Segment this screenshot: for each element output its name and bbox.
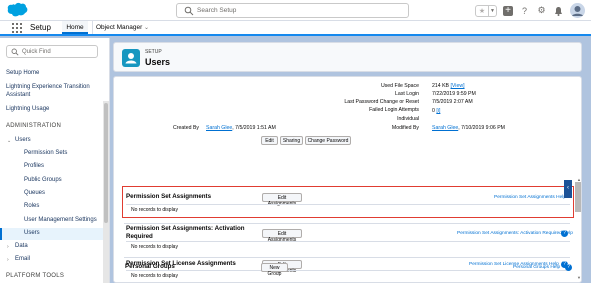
section-divider: [124, 223, 570, 224]
edit-assignments-activation-button[interactable]: Edit Assignments: [262, 229, 302, 243]
last-password-value: 7/5/2019 2:07 AM: [432, 99, 473, 105]
modified-by-date: , 7/10/2019 9:06 PM: [458, 125, 505, 131]
detail-scrollbar[interactable]: [575, 177, 581, 272]
permission-set-assignments-help-link[interactable]: Permission Set Assignments Help: [494, 195, 566, 200]
page-title: Users: [145, 57, 171, 67]
search-icon: [11, 48, 19, 56]
main-content: SETUP Users Used File Space 214 KB [View…: [113, 42, 585, 283]
sharing-button[interactable]: Sharing: [280, 136, 303, 145]
help-question-icon[interactable]: ?: [519, 5, 530, 16]
scrollbar-thumb[interactable]: [104, 103, 108, 223]
sidebar-item-email[interactable]: Email: [15, 256, 30, 262]
sidebar-item-permission-sets[interactable]: Permission Sets: [24, 150, 67, 156]
context-bar: Setup Home Object Manager ⌄: [0, 21, 591, 36]
individual-label: Individual: [397, 116, 419, 122]
sidebar-item-users-group[interactable]: Users: [15, 137, 31, 143]
edit-assignments-button[interactable]: Edit Assignments: [262, 193, 302, 207]
bell-icon[interactable]: [553, 5, 564, 16]
new-group-button[interactable]: New Group: [261, 263, 288, 277]
sidebar-item-queues[interactable]: Queues: [24, 190, 45, 196]
sidebar-active-indicator: [0, 228, 103, 240]
sidebar-item-users[interactable]: Users: [24, 230, 40, 236]
psl-assignments-body: No records to display: [126, 270, 570, 280]
global-actions-plus-icon[interactable]: +: [503, 5, 513, 16]
failed-login-value: 0 [i]: [432, 108, 440, 114]
personal-groups-help-link[interactable]: Personal Groups Help: [513, 265, 560, 270]
chevron-down-icon[interactable]: ▼: [488, 5, 496, 16]
tab-object-manager[interactable]: Object Manager ⌄: [92, 21, 152, 34]
used-file-space-label: Used File Space: [380, 83, 419, 89]
favorites-button[interactable]: ★ ▼: [475, 4, 497, 17]
chevron-down-icon[interactable]: ⌄: [7, 138, 11, 144]
user-avatar[interactable]: [570, 3, 585, 18]
scrollbar-thumb[interactable]: [575, 182, 581, 212]
change-password-button[interactable]: Change Password: [305, 136, 351, 145]
psa-activation-body: No records to display: [126, 241, 570, 251]
sidebar-item-profiles[interactable]: Profiles: [24, 163, 44, 169]
psa-activation-title-line2: Required: [126, 233, 153, 240]
permission-set-assignments-title: Permission Set Assignments: [126, 193, 212, 200]
setup-search-input[interactable]: Search Setup: [176, 3, 409, 18]
gear-icon[interactable]: ⚙: [536, 5, 547, 16]
modified-by-user-link[interactable]: Sarah Glee: [432, 125, 458, 131]
sidebar-item-public-groups[interactable]: Public Groups: [24, 177, 62, 183]
sidebar-item-roles[interactable]: Roles: [24, 203, 39, 209]
user-detail-card: Used File Space 214 KB [View] Last Login…: [113, 76, 582, 283]
sidebar-item-user-management-settings[interactable]: User Management Settings: [24, 217, 97, 223]
sidebar-item-setup-home[interactable]: Setup Home: [6, 70, 39, 76]
created-by-date: , 7/5/2019 1:51 AM: [232, 125, 276, 131]
quick-find-placeholder: Quick Find: [22, 49, 51, 55]
edit-button[interactable]: Edit: [261, 136, 278, 145]
failed-login-info-link[interactable]: [i]: [436, 108, 440, 114]
tab-object-manager-label: Object Manager: [96, 24, 143, 31]
sidebar-item-data[interactable]: Data: [15, 243, 28, 249]
help-icon[interactable]: ?: [561, 230, 568, 237]
tab-home[interactable]: Home: [62, 21, 88, 34]
app-launcher-icon[interactable]: [12, 23, 22, 33]
scroll-down-arrow-icon[interactable]: ▼: [577, 275, 581, 280]
collapse-panel-tab[interactable]: ‹: [564, 180, 572, 198]
failed-login-number: 0: [432, 108, 435, 114]
setup-sidebar: Quick Find Setup Home Lightning Experien…: [0, 38, 110, 283]
global-header: Search Setup ★ ▼ + ? ⚙: [0, 0, 591, 21]
chevron-right-icon[interactable]: ›: [7, 244, 9, 250]
sidebar-item-lightning-transition[interactable]: Lightning Experience Transition Assistan…: [6, 83, 100, 99]
psa-activation-title-line1: Permission Set Assignments: Activation: [126, 225, 245, 232]
section-administration: ADMINISTRATION: [6, 123, 62, 129]
psa-activation-help-link[interactable]: Permission Set Assignments: Activation R…: [457, 231, 573, 236]
user-icon: [122, 49, 140, 67]
app-name: Setup: [30, 23, 51, 32]
search-placeholder: Search Setup: [197, 7, 237, 14]
view-file-space-link[interactable]: [View]: [450, 83, 464, 89]
page-header: SETUP Users: [113, 42, 582, 72]
created-by-value: Sarah Glee, 7/5/2019 1:51 AM: [206, 125, 276, 131]
modified-by-label: Modified By: [391, 125, 419, 131]
quick-find-input[interactable]: Quick Find: [6, 45, 98, 58]
section-divider: [124, 257, 570, 258]
chevron-down-icon[interactable]: ⌄: [144, 24, 149, 31]
help-icon[interactable]: ?: [565, 264, 572, 271]
used-file-space-value: 214 KB [View]: [432, 83, 465, 89]
search-icon: [184, 6, 194, 16]
modified-by-value: Sarah Glee, 7/10/2019 9:06 PM: [432, 125, 505, 131]
last-login-value: 7/22/2019 9:59 PM: [432, 91, 476, 97]
last-login-label: Last Login: [395, 91, 419, 97]
personal-groups-title: Personal Groups: [125, 263, 175, 270]
permission-set-assignments-body: No records to display: [126, 204, 570, 214]
sidebar-item-lightning-usage[interactable]: Lightning Usage: [6, 106, 49, 112]
salesforce-logo[interactable]: [6, 2, 28, 18]
used-file-space-number: 214 KB: [432, 83, 450, 89]
section-platform-tools: PLATFORM TOOLS: [6, 273, 65, 279]
star-icon: ★: [478, 7, 486, 15]
page-eyebrow: SETUP: [145, 49, 162, 55]
failed-login-label: Failed Login Attempts: [369, 107, 419, 113]
chevron-right-icon[interactable]: ›: [7, 257, 9, 263]
sidebar-scrollbar[interactable]: [103, 101, 109, 283]
created-by-user-link[interactable]: Sarah Glee: [206, 125, 232, 131]
last-password-label: Last Password Change or Reset: [344, 99, 419, 105]
created-by-label: Created By: [173, 125, 199, 131]
